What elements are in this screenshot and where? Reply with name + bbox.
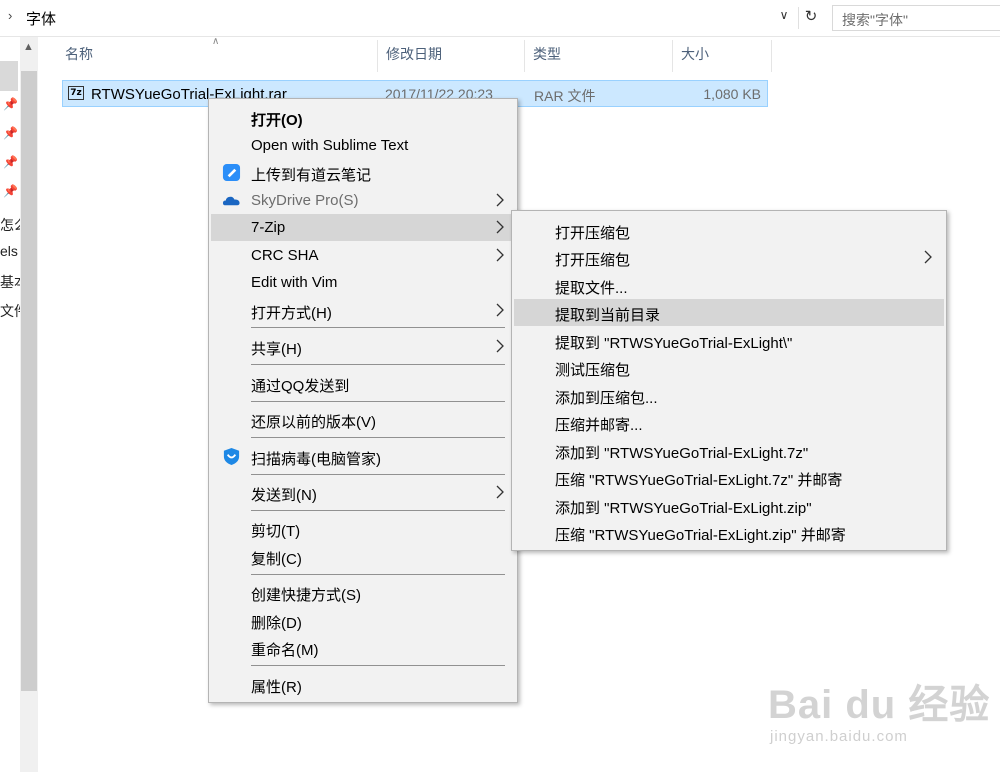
- submenu-arrow-icon: [496, 220, 504, 234]
- address-bar: › 字体 ∨ ↻ 搜索"字体": [0, 0, 1000, 37]
- menu-separator: [251, 474, 505, 475]
- menu-item-share[interactable]: 共享(H): [211, 333, 515, 360]
- baidu-jingyan-watermark-logo: Bai du 经验: [768, 683, 991, 727]
- menu-item-properties[interactable]: 属性(R): [211, 671, 515, 698]
- submenu-arrow-icon: [496, 339, 504, 353]
- menu-separator: [251, 401, 505, 402]
- pin-icon[interactable]: 📌: [3, 126, 18, 140]
- menu-item-edit-vim[interactable]: Edit with Vim: [211, 269, 515, 296]
- column-divider[interactable]: [524, 40, 525, 72]
- submenu-item-open-archive[interactable]: 打开压缩包: [514, 217, 944, 244]
- submenu-item-extract-files[interactable]: 提取文件...: [514, 272, 944, 299]
- submenu-item-add-to-archive[interactable]: 添加到压缩包...: [514, 382, 944, 409]
- menu-item-create-shortcut[interactable]: 创建快捷方式(S): [211, 579, 515, 606]
- submenu-item-add-to-7z[interactable]: 添加到 "RTWSYueGoTrial-ExLight.7z": [514, 437, 944, 464]
- file-type: RAR 文件: [534, 88, 596, 104]
- pin-icon[interactable]: 📌: [3, 184, 18, 198]
- menu-item-skydrive[interactable]: SkyDrive Pro(S): [211, 187, 515, 214]
- menu-separator: [251, 665, 505, 666]
- nav-list: 📌 📌 📌 📌 怎么 els 基本 文件!: [0, 37, 20, 772]
- menu-item-7zip[interactable]: 7-Zip: [211, 214, 515, 241]
- submenu-item-extract-to-folder[interactable]: 提取到 "RTWSYueGoTrial-ExLight\": [514, 327, 944, 354]
- menu-separator: [251, 364, 505, 365]
- nav-item-text[interactable]: 怎么: [0, 215, 20, 235]
- submenu-arrow-icon: [496, 303, 504, 317]
- column-divider[interactable]: [377, 40, 378, 72]
- menu-item-send-to[interactable]: 发送到(N): [211, 479, 515, 506]
- column-divider[interactable]: [672, 40, 673, 72]
- file-size: 1,080 KB: [703, 86, 761, 102]
- menu-item-copy[interactable]: 复制(C): [211, 543, 515, 570]
- watermark-url: jingyan.baidu.com: [770, 728, 908, 745]
- submenu-item-add-to-zip[interactable]: 添加到 "RTWSYueGoTrial-ExLight.zip": [514, 492, 944, 519]
- column-header-size[interactable]: 大小: [681, 44, 709, 70]
- pin-icon[interactable]: 📌: [3, 97, 18, 111]
- menu-separator: [251, 437, 505, 438]
- menu-item-restore-versions[interactable]: 还原以前的版本(V): [211, 406, 515, 433]
- address-dropdown-chevron-icon[interactable]: ∨: [775, 8, 793, 28]
- menu-separator: [251, 327, 505, 328]
- nav-selected-item[interactable]: [0, 61, 18, 91]
- menu-item-open-with[interactable]: 打开方式(H): [211, 297, 515, 324]
- column-header-type[interactable]: 类型: [533, 44, 561, 70]
- menu-item-rename[interactable]: 重命名(M): [211, 634, 515, 661]
- pin-icon[interactable]: 📌: [3, 155, 18, 169]
- submenu-arrow-icon: [924, 250, 932, 264]
- menu-item-delete[interactable]: 删除(D): [211, 607, 515, 634]
- youdao-note-icon: [222, 163, 241, 182]
- 7zip-submenu: 打开压缩包 打开压缩包 提取文件... 提取到当前目录 提取到 "RTWSYue…: [511, 210, 947, 551]
- submenu-arrow-icon: [496, 248, 504, 262]
- submenu-arrow-icon: [496, 193, 504, 207]
- scroll-up-arrow-icon[interactable]: ▲: [23, 41, 34, 53]
- submenu-item-test-archive[interactable]: 测试压缩包: [514, 354, 944, 381]
- menu-item-crc-sha[interactable]: CRC SHA: [211, 242, 515, 269]
- nav-item-text[interactable]: 基本: [0, 272, 20, 292]
- sort-ascending-icon: ∧: [212, 36, 220, 47]
- submenu-item-extract-here[interactable]: 提取到当前目录: [514, 299, 944, 326]
- scrollbar-thumb[interactable]: [21, 71, 37, 691]
- menu-item-cut[interactable]: 剪切(T): [211, 515, 515, 542]
- column-header-name[interactable]: 名称: [65, 44, 93, 70]
- menu-item-open-sublime[interactable]: Open with Sublime Text: [211, 132, 515, 159]
- breadcrumb-folder[interactable]: 字体: [26, 8, 56, 29]
- menu-item-youdao-upload[interactable]: 上传到有道云笔记: [211, 159, 515, 186]
- nav-scrollbar[interactable]: ▲: [20, 37, 38, 772]
- menu-item-scan-virus[interactable]: 扫描病毒(电脑管家): [211, 443, 515, 470]
- context-menu: 打开(O) Open with Sublime Text 上传到有道云笔记 Sk…: [208, 98, 518, 703]
- search-input[interactable]: 搜索"字体": [832, 5, 1000, 31]
- tencent-pc-manager-icon: [223, 447, 240, 466]
- submenu-arrow-icon: [496, 485, 504, 499]
- column-divider[interactable]: [771, 40, 772, 72]
- submenu-item-open-archive-more[interactable]: 打开压缩包: [514, 244, 944, 271]
- onedrive-cloud-icon: [222, 196, 240, 206]
- breadcrumb-chevron-icon[interactable]: ›: [8, 8, 12, 23]
- menu-separator: [251, 510, 505, 511]
- menu-separator: [251, 574, 505, 575]
- 7z-archive-icon: 7z: [68, 86, 84, 100]
- nav-item-text[interactable]: 文件!: [0, 301, 20, 321]
- menu-item-send-qq[interactable]: 通过QQ发送到: [211, 370, 515, 397]
- nav-item-text[interactable]: els: [0, 243, 20, 259]
- column-header-date[interactable]: 修改日期: [386, 44, 442, 70]
- submenu-item-compress-zip-email[interactable]: 压缩 "RTWSYueGoTrial-ExLight.zip" 并邮寄: [514, 519, 944, 546]
- menu-item-open[interactable]: 打开(O): [211, 104, 515, 131]
- refresh-icon[interactable]: ↻: [798, 7, 823, 29]
- submenu-item-compress-7z-email[interactable]: 压缩 "RTWSYueGoTrial-ExLight.7z" 并邮寄: [514, 464, 944, 491]
- submenu-item-compress-email[interactable]: 压缩并邮寄...: [514, 409, 944, 436]
